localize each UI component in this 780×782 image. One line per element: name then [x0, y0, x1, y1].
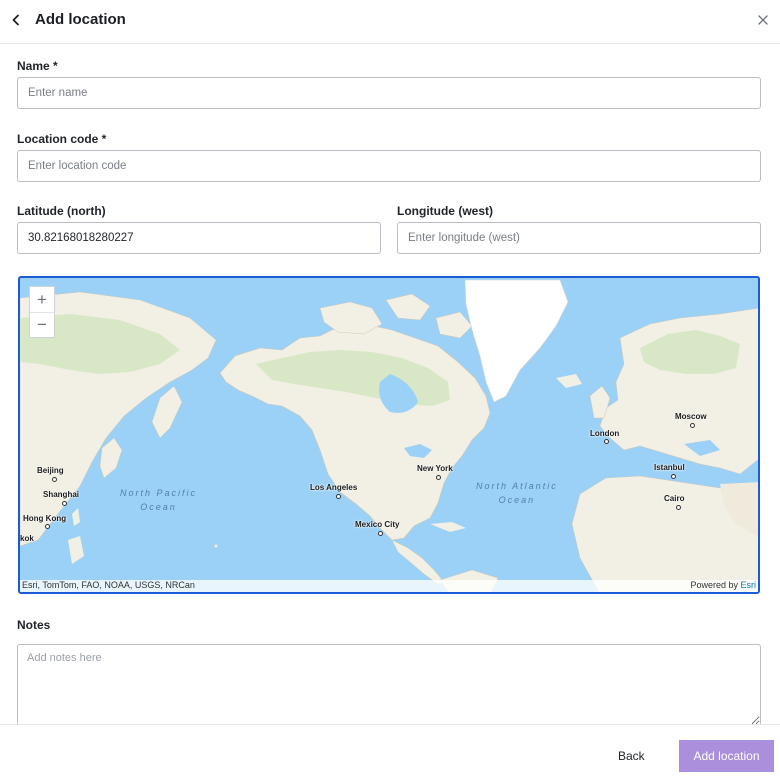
map-attribution-bar: Esri, TomTom, FAO, NOAA, USGS, NRCan Pow… — [20, 580, 758, 592]
city-label-bangkok: kok — [20, 534, 34, 543]
japan — [99, 437, 123, 479]
basemap — [20, 279, 758, 592]
kamchatka — [151, 385, 183, 439]
dialog-header: Add location — [0, 0, 780, 44]
zoom-out-button[interactable]: − — [30, 312, 54, 337]
city-label-new-york: New York — [417, 464, 453, 473]
iceland — [556, 374, 582, 388]
city-label-los-angeles: Los Angeles — [310, 483, 358, 492]
location-code-label: Location code * — [17, 132, 107, 146]
latitude-input[interactable] — [17, 222, 381, 254]
notes-label: Notes — [17, 618, 51, 632]
longitude-label: Longitude (west) — [397, 204, 493, 218]
name-label: Name * — [17, 59, 58, 73]
city-marker-los-angeles — [336, 494, 341, 499]
back-button[interactable]: Back — [618, 749, 645, 763]
city-marker-shanghai — [62, 501, 67, 506]
longitude-input[interactable] — [397, 222, 761, 254]
close-icon — [758, 15, 768, 25]
notes-textarea[interactable] — [17, 644, 761, 726]
city-label-mexico-city: Mexico City — [355, 520, 400, 529]
city-label-london: London — [590, 429, 620, 438]
back-chevron-button[interactable] — [6, 10, 26, 30]
ocean-label-north-pacific-line2: Ocean — [140, 502, 177, 512]
zoom-controls: + − — [29, 286, 55, 338]
greenland — [464, 279, 569, 403]
city-marker-hong-kong — [45, 524, 50, 529]
city-label-hong-kong: Hong Kong — [23, 514, 67, 523]
powered-by: Powered by Esri — [690, 580, 756, 590]
city-label-beijing: Beijing — [37, 466, 64, 475]
hawaii — [214, 544, 218, 548]
ocean-label-north-atlantic-line1: North Atlantic — [476, 481, 558, 491]
zoom-in-button[interactable]: + — [30, 287, 54, 312]
city-label-shanghai: Shanghai — [43, 490, 80, 499]
ocean-label-north-atlantic: North Atlantic Ocean — [476, 479, 558, 507]
dialog-footer: Back Add location — [0, 724, 780, 782]
esri-link[interactable]: Esri — [741, 580, 757, 590]
ocean-label-north-atlantic-line2: Ocean — [498, 495, 536, 505]
location-code-input[interactable] — [17, 150, 761, 182]
location-map[interactable]: North Pacific Ocean North Atlantic Ocean… — [18, 276, 760, 594]
chevron-left-icon — [12, 14, 19, 26]
taiwan-philippines — [68, 508, 84, 564]
ocean-label-north-pacific-line1: North Pacific — [120, 488, 198, 498]
city-marker-istanbul — [671, 474, 676, 479]
cuba — [430, 522, 466, 532]
ocean-label-north-pacific: North Pacific Ocean — [120, 486, 197, 514]
map-attribution-text: Esri, TomTom, FAO, NOAA, USGS, NRCan — [22, 580, 195, 590]
city-marker-moscow — [690, 423, 695, 428]
latitude-label: Latitude (north) — [17, 204, 106, 218]
city-label-cairo: Cairo — [664, 494, 685, 503]
city-marker-beijing — [52, 477, 57, 482]
city-marker-cairo — [676, 505, 681, 510]
name-input[interactable] — [17, 77, 761, 109]
central-america — [391, 539, 445, 585]
add-location-button[interactable]: Add location — [679, 740, 774, 772]
city-label-istanbul: Istanbul — [654, 463, 685, 472]
city-label-moscow: Moscow — [675, 412, 707, 421]
dialog-title: Add location — [35, 11, 126, 28]
city-marker-new-york — [436, 475, 441, 480]
powered-by-text: Powered by — [690, 580, 741, 590]
close-button[interactable] — [754, 11, 772, 29]
city-marker-mexico-city — [378, 531, 383, 536]
city-marker-london — [604, 439, 609, 444]
